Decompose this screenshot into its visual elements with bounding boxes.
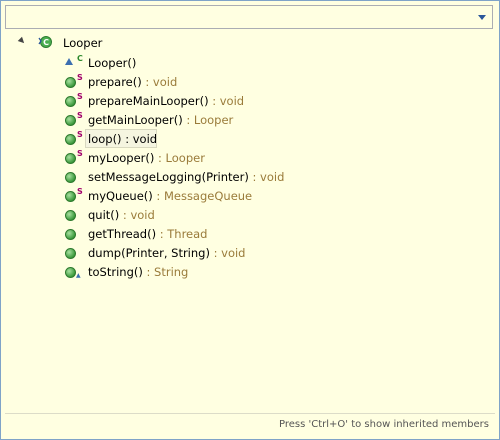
outline-member-item[interactable]: myQueue() : MessageQueue (88, 188, 252, 204)
public-method-icon (65, 115, 76, 126)
public-method-icon (65, 153, 76, 164)
member-return-type: : Thread (156, 227, 208, 241)
outline-member-item[interactable]: getThread() : Thread (88, 226, 207, 242)
member-return-type: : Looper (182, 113, 234, 127)
expand-collapse-icon[interactable] (17, 36, 27, 46)
class-icon: C (38, 36, 52, 48)
public-method-icon (65, 134, 76, 145)
member-name: getMainLooper() (88, 113, 183, 127)
static-modifier-icon: S (77, 149, 83, 158)
member-name: loop() (88, 132, 122, 146)
static-modifier-icon: S (77, 92, 83, 101)
static-modifier-icon: S (77, 111, 83, 120)
member-name: prepareMainLooper() (88, 94, 209, 108)
quick-outline-popup: C Looper C Looper() Sprepare() : void Sprep… (0, 0, 500, 440)
public-method-icon (65, 210, 76, 221)
outline-member-item[interactable]: toString() : String (88, 264, 188, 280)
outline-member-item[interactable]: prepareMainLooper() : void (88, 93, 244, 109)
member-return-type: : void (141, 75, 178, 89)
member-return-type: : void (121, 132, 158, 146)
constructor-modifier-icon: C (77, 54, 83, 63)
outline-member-item[interactable]: setMessageLogging(Printer) : void (88, 169, 284, 185)
outline-member-item[interactable]: getMainLooper() : Looper (88, 112, 233, 128)
status-hint: Press 'Ctrl+O' to show inherited members (5, 413, 495, 435)
member-return-type: : void (119, 208, 155, 222)
outline-member-item[interactable]: loop() : void (88, 131, 157, 147)
member-name: myQueue() (88, 189, 153, 203)
public-method-icon (65, 248, 76, 259)
outline-member-item[interactable]: dump(Printer, String) : void (88, 245, 245, 261)
member-name: toString() (88, 265, 143, 279)
member-name: Looper() (88, 56, 137, 70)
member-name: setMessageLogging(Printer) (88, 170, 249, 184)
outline-member-item[interactable]: myLooper() : Looper (88, 150, 205, 166)
filter-input[interactable] (5, 5, 493, 29)
static-modifier-icon: S (77, 130, 83, 139)
public-method-icon (65, 191, 76, 202)
member-return-type: : void (248, 170, 285, 184)
outline-root-label[interactable]: Looper (63, 35, 102, 51)
outline-member-item[interactable]: quit() : void (88, 207, 155, 223)
member-return-type: : String (142, 265, 189, 279)
public-method-icon (65, 172, 76, 183)
outline-member-item[interactable]: Looper() (88, 55, 136, 71)
public-method-icon (65, 96, 76, 107)
member-name: prepare() (88, 75, 142, 89)
public-method-icon (65, 229, 76, 240)
member-name: myLooper() (88, 151, 155, 165)
public-method-icon (65, 77, 76, 88)
view-menu-chevron-down-icon[interactable] (478, 15, 486, 20)
member-name: getThread() (88, 227, 157, 241)
constructor-icon (65, 58, 75, 68)
member-return-type: : void (208, 94, 245, 108)
override-icon: ▲ (76, 272, 81, 279)
member-return-type: : void (209, 246, 246, 260)
member-return-type: : MessageQueue (152, 189, 253, 203)
member-name: dump(Printer, String) (88, 246, 210, 260)
public-method-icon (65, 267, 76, 278)
svg-text:C: C (43, 38, 49, 47)
outline-member-item[interactable]: prepare() : void (88, 74, 177, 90)
member-name: quit() (88, 208, 120, 222)
member-return-type: : Looper (154, 151, 205, 165)
static-modifier-icon: S (77, 187, 83, 196)
static-modifier-icon: S (77, 73, 83, 82)
